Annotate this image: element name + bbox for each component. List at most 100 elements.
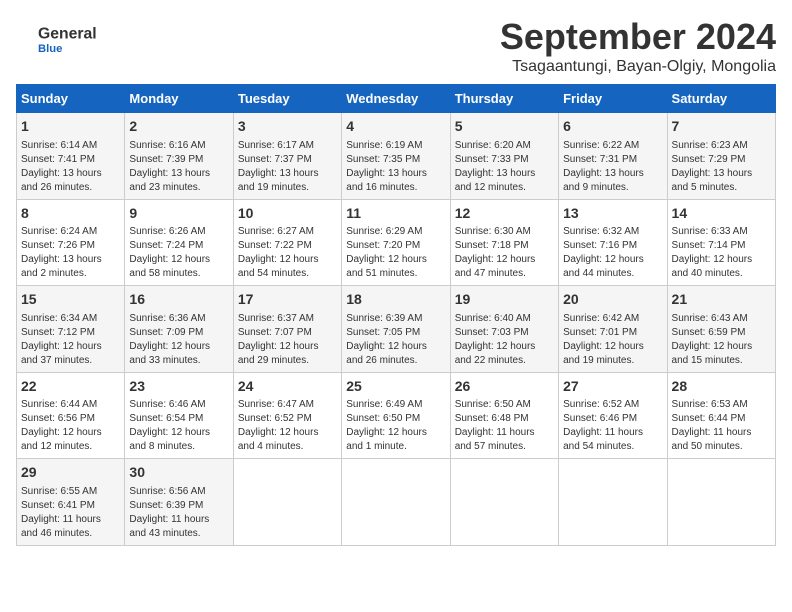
svg-text:General: General [38, 26, 96, 43]
calendar-week-row: 15Sunrise: 6:34 AM Sunset: 7:12 PM Dayli… [17, 286, 776, 373]
day-number: 3 [238, 117, 337, 137]
day-number: 11 [346, 204, 445, 224]
day-info: Sunrise: 6:26 AM Sunset: 7:24 PM Dayligh… [129, 225, 228, 281]
calendar-week-row: 29Sunrise: 6:55 AM Sunset: 6:41 PM Dayli… [17, 459, 776, 546]
day-number: 13 [563, 204, 662, 224]
day-number: 29 [21, 463, 120, 483]
calendar-day-cell: 11Sunrise: 6:29 AM Sunset: 7:20 PM Dayli… [342, 199, 450, 286]
calendar-day-cell: 7Sunrise: 6:23 AM Sunset: 7:29 PM Daylig… [667, 113, 775, 200]
logo: General Blue [16, 16, 96, 52]
header-friday: Friday [559, 85, 667, 113]
calendar-day-cell: 19Sunrise: 6:40 AM Sunset: 7:03 PM Dayli… [450, 286, 558, 373]
calendar-week-row: 8Sunrise: 6:24 AM Sunset: 7:26 PM Daylig… [17, 199, 776, 286]
day-number: 8 [21, 204, 120, 224]
day-info: Sunrise: 6:22 AM Sunset: 7:31 PM Dayligh… [563, 139, 662, 195]
calendar-day-cell: 6Sunrise: 6:22 AM Sunset: 7:31 PM Daylig… [559, 113, 667, 200]
day-number: 10 [238, 204, 337, 224]
calendar-day-cell: 17Sunrise: 6:37 AM Sunset: 7:07 PM Dayli… [233, 286, 341, 373]
day-info: Sunrise: 6:20 AM Sunset: 7:33 PM Dayligh… [455, 139, 554, 195]
day-info: Sunrise: 6:55 AM Sunset: 6:41 PM Dayligh… [21, 485, 120, 541]
header-sunday: Sunday [17, 85, 125, 113]
page-header: General Blue September 2024 Tsagaantungi… [16, 16, 776, 76]
day-info: Sunrise: 6:36 AM Sunset: 7:09 PM Dayligh… [129, 312, 228, 368]
day-number: 12 [455, 204, 554, 224]
day-number: 15 [21, 290, 120, 310]
calendar-day-cell: 25Sunrise: 6:49 AM Sunset: 6:50 PM Dayli… [342, 372, 450, 459]
calendar-day-cell: 13Sunrise: 6:32 AM Sunset: 7:16 PM Dayli… [559, 199, 667, 286]
day-number: 5 [455, 117, 554, 137]
header-saturday: Saturday [667, 85, 775, 113]
day-info: Sunrise: 6:42 AM Sunset: 7:01 PM Dayligh… [563, 312, 662, 368]
day-info: Sunrise: 6:50 AM Sunset: 6:48 PM Dayligh… [455, 398, 554, 454]
calendar-day-cell [450, 459, 558, 546]
calendar-day-cell: 29Sunrise: 6:55 AM Sunset: 6:41 PM Dayli… [17, 459, 125, 546]
day-info: Sunrise: 6:27 AM Sunset: 7:22 PM Dayligh… [238, 225, 337, 281]
calendar-day-cell: 27Sunrise: 6:52 AM Sunset: 6:46 PM Dayli… [559, 372, 667, 459]
calendar-day-cell: 3Sunrise: 6:17 AM Sunset: 7:37 PM Daylig… [233, 113, 341, 200]
header-monday: Monday [125, 85, 233, 113]
subtitle: Tsagaantungi, Bayan-Olgiy, Mongolia [500, 58, 776, 76]
day-info: Sunrise: 6:47 AM Sunset: 6:52 PM Dayligh… [238, 398, 337, 454]
day-info: Sunrise: 6:53 AM Sunset: 6:44 PM Dayligh… [672, 398, 771, 454]
calendar-day-cell: 22Sunrise: 6:44 AM Sunset: 6:56 PM Dayli… [17, 372, 125, 459]
calendar-day-cell [233, 459, 341, 546]
day-number: 4 [346, 117, 445, 137]
calendar-day-cell: 16Sunrise: 6:36 AM Sunset: 7:09 PM Dayli… [125, 286, 233, 373]
calendar-day-cell: 21Sunrise: 6:43 AM Sunset: 6:59 PM Dayli… [667, 286, 775, 373]
day-info: Sunrise: 6:30 AM Sunset: 7:18 PM Dayligh… [455, 225, 554, 281]
day-number: 1 [21, 117, 120, 137]
calendar-day-cell: 28Sunrise: 6:53 AM Sunset: 6:44 PM Dayli… [667, 372, 775, 459]
calendar-day-cell: 4Sunrise: 6:19 AM Sunset: 7:35 PM Daylig… [342, 113, 450, 200]
header-thursday: Thursday [450, 85, 558, 113]
day-number: 19 [455, 290, 554, 310]
day-info: Sunrise: 6:39 AM Sunset: 7:05 PM Dayligh… [346, 312, 445, 368]
day-number: 28 [672, 377, 771, 397]
day-info: Sunrise: 6:56 AM Sunset: 6:39 PM Dayligh… [129, 485, 228, 541]
day-number: 25 [346, 377, 445, 397]
day-info: Sunrise: 6:17 AM Sunset: 7:37 PM Dayligh… [238, 139, 337, 195]
day-info: Sunrise: 6:19 AM Sunset: 7:35 PM Dayligh… [346, 139, 445, 195]
calendar-day-cell: 30Sunrise: 6:56 AM Sunset: 6:39 PM Dayli… [125, 459, 233, 546]
day-number: 30 [129, 463, 228, 483]
header-wednesday: Wednesday [342, 85, 450, 113]
day-number: 18 [346, 290, 445, 310]
header-tuesday: Tuesday [233, 85, 341, 113]
day-info: Sunrise: 6:14 AM Sunset: 7:41 PM Dayligh… [21, 139, 120, 195]
day-number: 20 [563, 290, 662, 310]
day-number: 22 [21, 377, 120, 397]
calendar-day-cell: 20Sunrise: 6:42 AM Sunset: 7:01 PM Dayli… [559, 286, 667, 373]
calendar-week-row: 1Sunrise: 6:14 AM Sunset: 7:41 PM Daylig… [17, 113, 776, 200]
day-number: 9 [129, 204, 228, 224]
title-section: September 2024 Tsagaantungi, Bayan-Olgiy… [500, 16, 776, 76]
calendar-day-cell: 1Sunrise: 6:14 AM Sunset: 7:41 PM Daylig… [17, 113, 125, 200]
day-number: 14 [672, 204, 771, 224]
calendar-day-cell: 18Sunrise: 6:39 AM Sunset: 7:05 PM Dayli… [342, 286, 450, 373]
day-number: 6 [563, 117, 662, 137]
day-number: 26 [455, 377, 554, 397]
day-info: Sunrise: 6:49 AM Sunset: 6:50 PM Dayligh… [346, 398, 445, 454]
day-info: Sunrise: 6:29 AM Sunset: 7:20 PM Dayligh… [346, 225, 445, 281]
calendar-table: SundayMondayTuesdayWednesdayThursdayFrid… [16, 84, 776, 546]
day-number: 24 [238, 377, 337, 397]
day-info: Sunrise: 6:32 AM Sunset: 7:16 PM Dayligh… [563, 225, 662, 281]
svg-text:Blue: Blue [38, 43, 62, 52]
calendar-day-cell: 15Sunrise: 6:34 AM Sunset: 7:12 PM Dayli… [17, 286, 125, 373]
calendar-header-row: SundayMondayTuesdayWednesdayThursdayFrid… [17, 85, 776, 113]
day-info: Sunrise: 6:52 AM Sunset: 6:46 PM Dayligh… [563, 398, 662, 454]
calendar-day-cell: 10Sunrise: 6:27 AM Sunset: 7:22 PM Dayli… [233, 199, 341, 286]
day-number: 27 [563, 377, 662, 397]
day-info: Sunrise: 6:33 AM Sunset: 7:14 PM Dayligh… [672, 225, 771, 281]
day-number: 2 [129, 117, 228, 137]
logo-icon: General Blue [16, 16, 96, 52]
calendar-day-cell [667, 459, 775, 546]
calendar-day-cell: 9Sunrise: 6:26 AM Sunset: 7:24 PM Daylig… [125, 199, 233, 286]
calendar-day-cell: 14Sunrise: 6:33 AM Sunset: 7:14 PM Dayli… [667, 199, 775, 286]
calendar-day-cell: 23Sunrise: 6:46 AM Sunset: 6:54 PM Dayli… [125, 372, 233, 459]
calendar-day-cell: 24Sunrise: 6:47 AM Sunset: 6:52 PM Dayli… [233, 372, 341, 459]
day-number: 21 [672, 290, 771, 310]
calendar-day-cell: 12Sunrise: 6:30 AM Sunset: 7:18 PM Dayli… [450, 199, 558, 286]
calendar-day-cell [559, 459, 667, 546]
day-info: Sunrise: 6:37 AM Sunset: 7:07 PM Dayligh… [238, 312, 337, 368]
calendar-day-cell: 2Sunrise: 6:16 AM Sunset: 7:39 PM Daylig… [125, 113, 233, 200]
day-number: 17 [238, 290, 337, 310]
